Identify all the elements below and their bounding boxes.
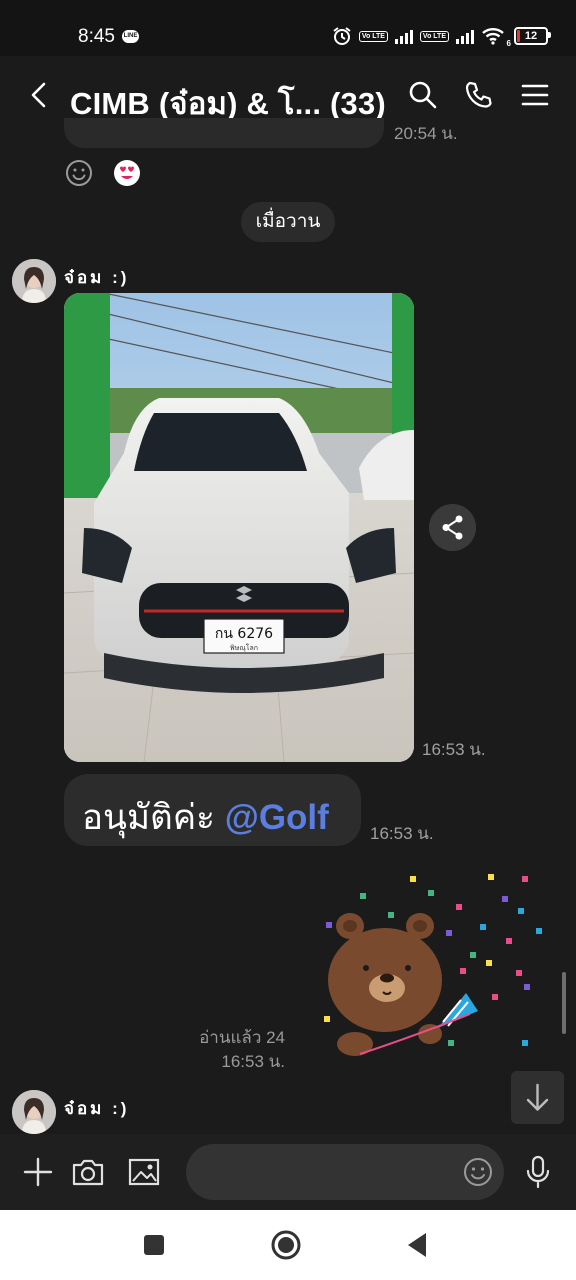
message-time: 16:53 น. — [422, 740, 486, 759]
emoji-icon[interactable] — [462, 1156, 494, 1188]
recents-button[interactable] — [138, 1229, 170, 1261]
signal-icon — [394, 28, 413, 44]
camera-icon[interactable] — [68, 1152, 108, 1192]
scroll-to-bottom-button[interactable] — [511, 1071, 564, 1124]
message-time: 16:53 น. — [221, 1052, 285, 1071]
previous-message-time: 20:54 น. — [394, 124, 458, 143]
status-time: 8:45 — [78, 26, 115, 47]
battery-level: 12 — [524, 30, 538, 42]
battery-icon: 12 — [514, 27, 551, 45]
mention-link[interactable]: @Golf — [225, 798, 329, 837]
share-icon[interactable] — [429, 504, 476, 551]
alarm-icon — [333, 27, 351, 45]
message-input[interactable] — [186, 1144, 504, 1200]
back-button[interactable] — [402, 1229, 434, 1261]
search-icon[interactable] — [406, 78, 440, 112]
menu-icon[interactable] — [518, 78, 552, 112]
back-arrow-icon[interactable] — [22, 78, 56, 112]
wifi-icon: 6 — [481, 27, 511, 48]
plus-icon[interactable] — [18, 1152, 58, 1192]
sender-name[interactable]: จ๋อม :) — [64, 1095, 129, 1122]
image-icon[interactable] — [124, 1152, 164, 1192]
avatar[interactable] — [12, 1090, 56, 1134]
volte-icon: Vo LTE — [358, 30, 388, 42]
sender-name[interactable]: จ๋อม :) — [64, 264, 129, 291]
microphone-icon[interactable] — [518, 1152, 558, 1192]
read-count: อ่านแล้ว 24 — [199, 1028, 285, 1047]
avatar[interactable] — [12, 259, 56, 303]
date-separator: เมื่อวาน — [241, 202, 335, 242]
message-input-bar — [0, 1134, 576, 1210]
message-time: 16:53 น. — [370, 824, 434, 843]
wifi-6-badge: 6 — [506, 39, 511, 48]
line-notification-icon: LINE — [122, 30, 139, 43]
system-navigation-bar — [0, 1210, 576, 1280]
text-message-bubble[interactable]: อนุมัติค่ะ @Golf — [64, 774, 361, 846]
status-icons: Vo LTE Vo LTE 6 12 — [332, 24, 551, 48]
car-photo[interactable]: กน 6276 พิษณุโลก — [64, 293, 414, 762]
message-text-line: อนุมัติค่ะ @Golf — [82, 790, 329, 845]
previous-message-bubble[interactable] — [64, 118, 384, 148]
bear-party-sticker[interactable] — [310, 868, 550, 1068]
add-reaction-icon[interactable] — [64, 158, 94, 188]
signal-icon-2 — [456, 28, 474, 44]
scrollbar[interactable] — [562, 972, 566, 1034]
message-text: อนุมัติค่ะ — [82, 798, 215, 837]
heart-eyes-reaction-icon[interactable] — [112, 158, 142, 188]
read-receipt: อ่านแล้ว 24 16:53 น. — [170, 1026, 285, 1074]
status-bar: 8:45 LINE Vo LTE Vo LTE 6 12 — [0, 0, 576, 56]
license-plate-province: พิษณุโลก — [230, 643, 258, 652]
license-plate-text: กน 6276 — [215, 626, 273, 642]
volte-icon-2: Vo LTE — [419, 30, 449, 42]
phone-icon[interactable] — [462, 78, 496, 112]
home-button[interactable] — [270, 1229, 302, 1261]
